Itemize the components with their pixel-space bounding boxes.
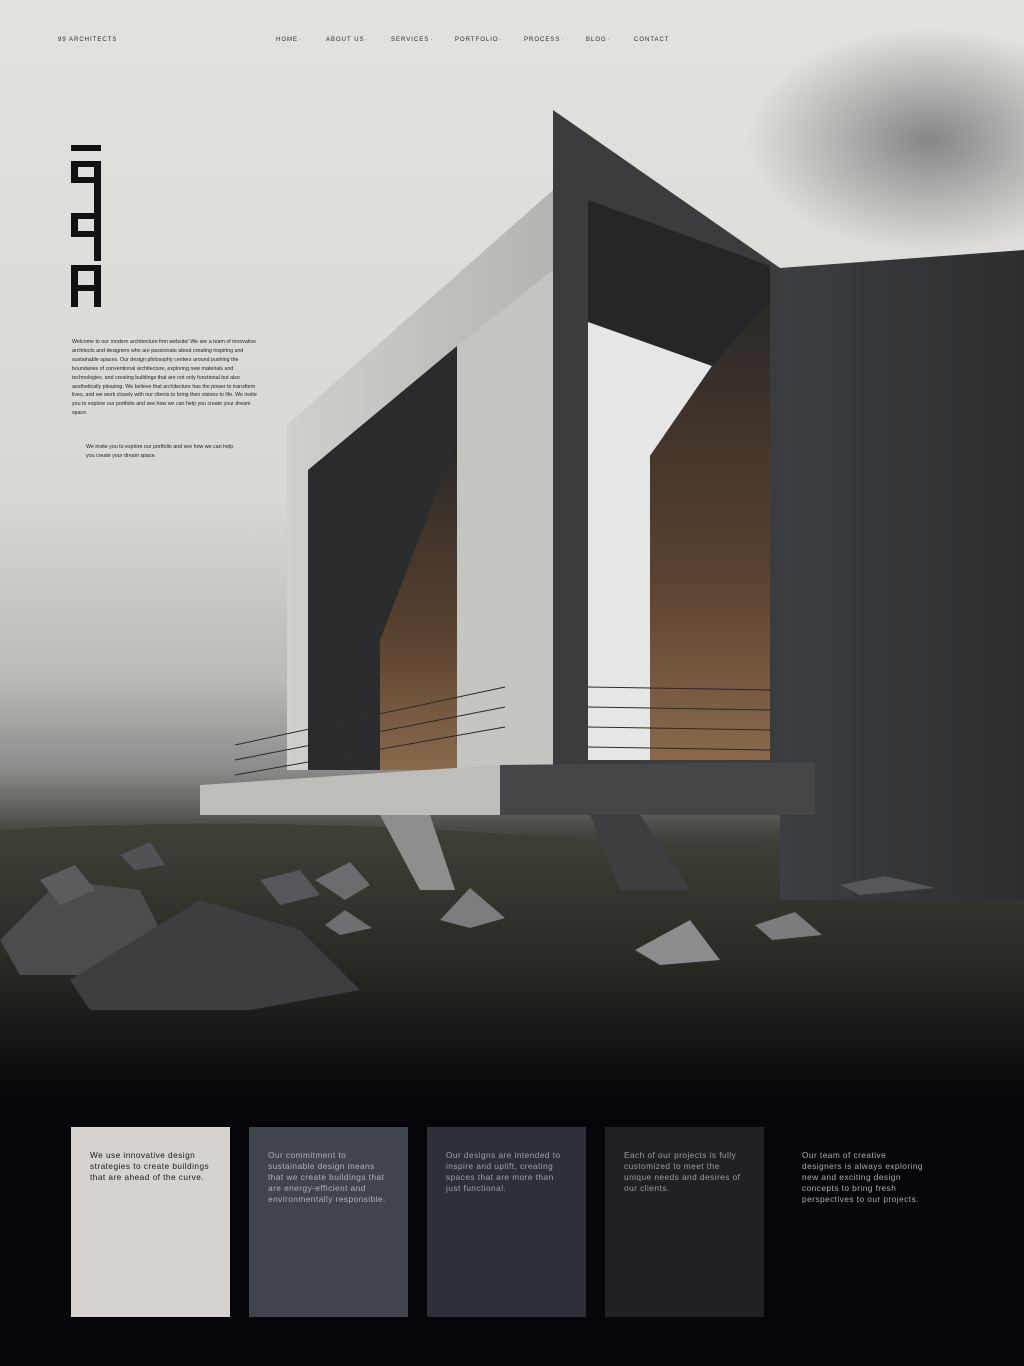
card-text: We use innovative design strategies to c…: [90, 1150, 210, 1182]
concrete-building-illustration: [0, 110, 1024, 1100]
nav-item-services[interactable]: SERVICES·: [391, 37, 433, 43]
nav-label: HOME: [276, 37, 298, 43]
feature-card-innovation: We use innovative design strategies to c…: [71, 1127, 230, 1317]
nav-item-blog[interactable]: BLOG·: [586, 37, 611, 43]
card-text: Our commitment to sustainable design mea…: [268, 1150, 386, 1204]
feature-card-sustainability: Our commitment to sustainable design mea…: [249, 1127, 408, 1317]
nav-label: BLOG: [586, 37, 607, 43]
nav-item-process[interactable]: PROCESS·: [524, 37, 564, 43]
nav-label: PROCESS: [524, 37, 561, 43]
logo-99a-mark[interactable]: [71, 145, 101, 307]
dropdown-dot-icon: ·: [561, 37, 565, 43]
hero-image: [0, 0, 1024, 1100]
dropdown-dot-icon: ·: [499, 37, 503, 43]
feature-card-creativity: Our team of creative designers is always…: [783, 1127, 942, 1317]
intro-paragraph: Welcome to our modern architecture firm …: [72, 339, 257, 417]
nav-item-home[interactable]: HOME·: [276, 37, 302, 43]
dropdown-dot-icon: ·: [299, 37, 302, 43]
dropdown-dot-icon: ·: [430, 37, 434, 43]
nav-label: SERVICES: [391, 37, 430, 43]
card-text: Our team of creative designers is always…: [802, 1150, 923, 1204]
dropdown-dot-icon: ·: [607, 37, 611, 43]
nav-item-about-us[interactable]: ABOUT US·: [326, 37, 369, 43]
feature-card-inspiration: Our designs are intended to inspire and …: [427, 1127, 586, 1317]
main-nav: HOME· ABOUT US· SERVICES· PORTFOLIO· PRO…: [0, 37, 1024, 47]
nav-item-portfolio[interactable]: PORTFOLIO·: [455, 37, 503, 43]
nav-label: ABOUT US: [326, 37, 365, 43]
card-text: Our designs are intended to inspire and …: [446, 1150, 561, 1193]
card-text: Each of our projects is fully customized…: [624, 1150, 741, 1193]
nav-item-contact[interactable]: CONTACT: [634, 37, 670, 43]
dropdown-dot-icon: ·: [365, 37, 369, 43]
intro-invitation: We invite you to explore our portfolio a…: [86, 444, 234, 459]
nav-label: PORTFOLIO: [455, 37, 499, 43]
feature-card-customization: Each of our projects is fully customized…: [605, 1127, 764, 1317]
nav-label: CONTACT: [634, 37, 670, 43]
